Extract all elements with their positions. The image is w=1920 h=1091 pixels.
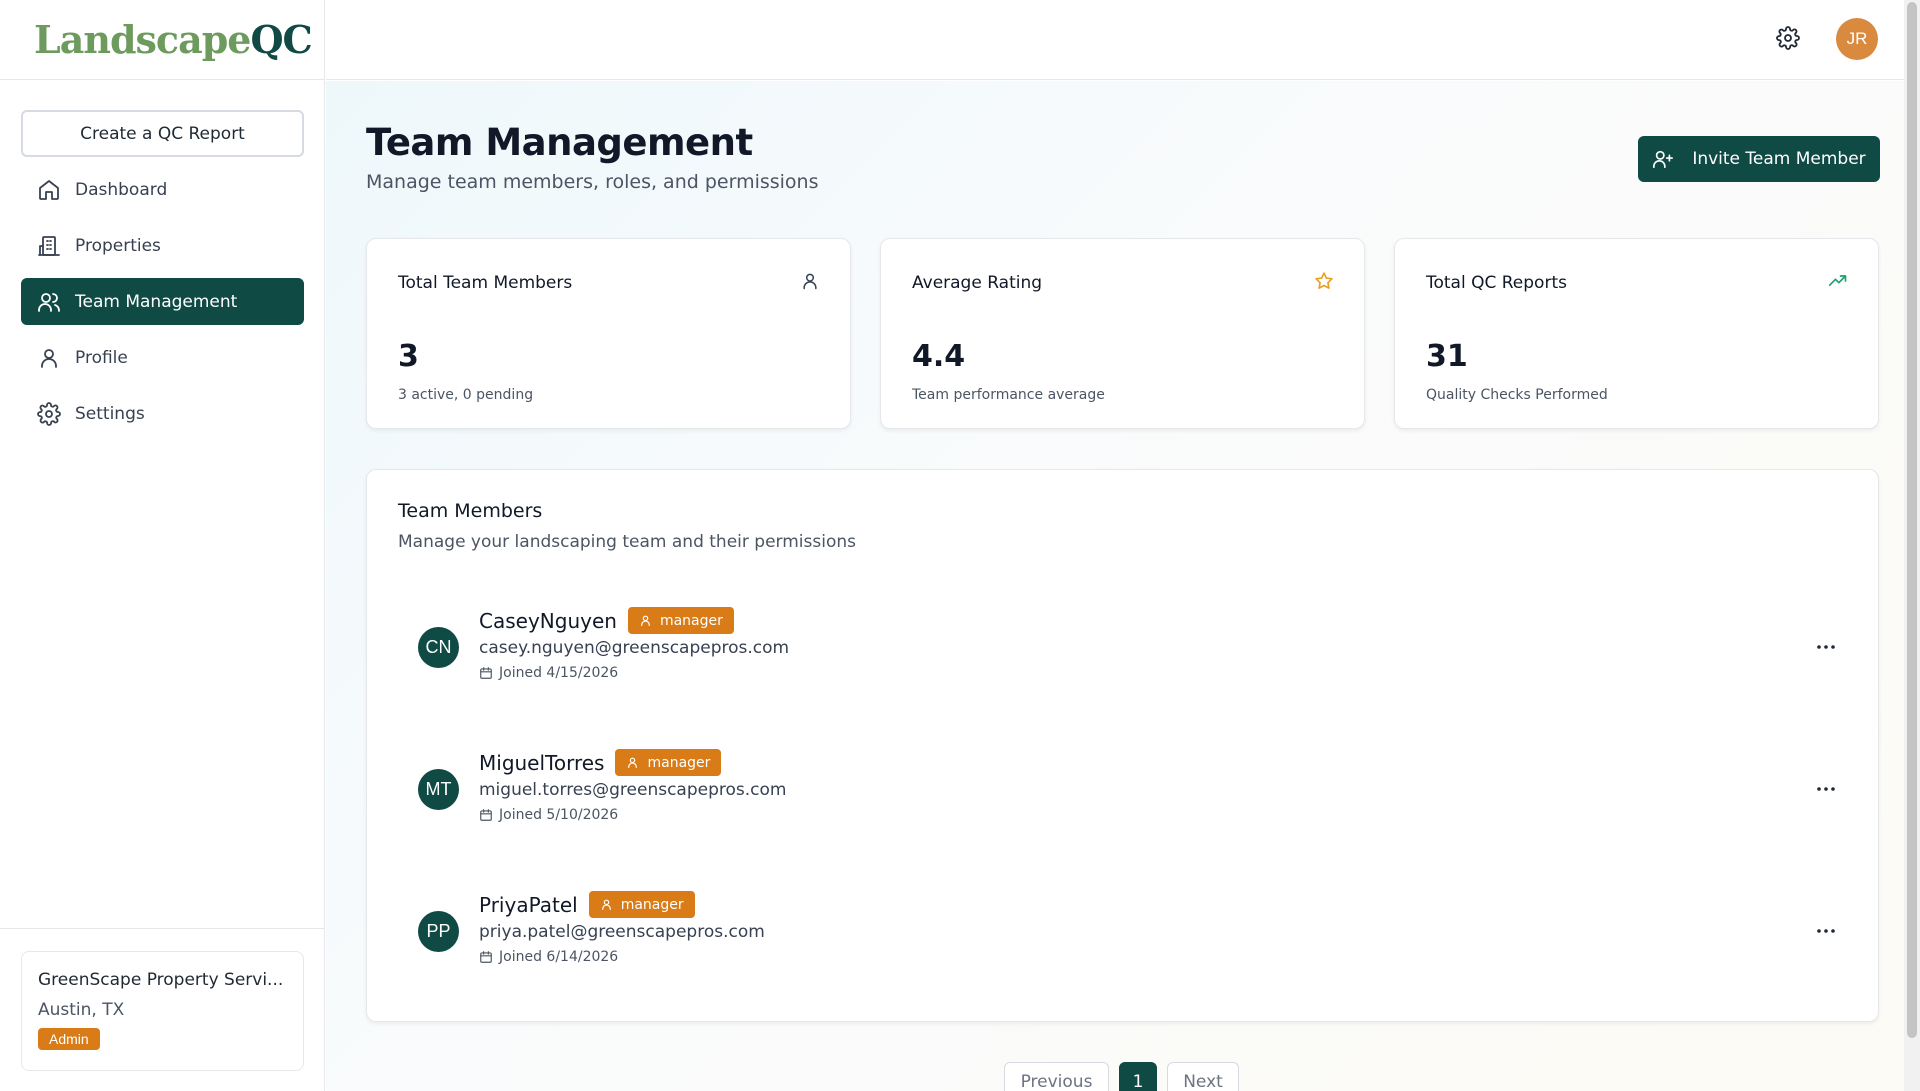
sidebar-item-dashboard[interactable]: Dashboard <box>21 166 304 213</box>
team-members-card: Team Members Manage your landscaping tea… <box>366 469 1879 1022</box>
avatar: PP <box>418 911 459 952</box>
main-content: Team Management Manage team members, rol… <box>326 81 1904 1091</box>
user-icon <box>601 899 611 910</box>
calendar-icon <box>480 809 492 821</box>
sidebar-item-properties[interactable]: Properties <box>21 222 304 269</box>
sidebar-item-label: Team Management <box>75 291 238 312</box>
role-label: manager <box>647 754 711 771</box>
member-email: casey.nguyen@greenscapepros.com <box>479 638 790 658</box>
logo-bar: LandscapeQC <box>0 0 324 80</box>
stat-value: 31 <box>1426 339 1468 374</box>
sidebar-item-team-management[interactable]: Team Management <box>21 278 304 325</box>
user-icon <box>803 273 817 290</box>
stat-value: 4.4 <box>912 339 966 374</box>
stat-card-total-qc-reports: Total QC Reports 31 Quality Checks Perfo… <box>1394 238 1879 429</box>
section-title: Team Members <box>398 500 543 522</box>
logo-text-landscape: Landscape <box>34 17 251 62</box>
role-badge: manager <box>615 749 722 776</box>
role-badge: Admin <box>38 1028 100 1050</box>
org-name: GreenScape Property Servi... <box>38 970 284 990</box>
sidebar-item-label: Profile <box>75 347 128 368</box>
sidebar-item-label: Settings <box>75 403 145 424</box>
next-page-button[interactable]: Next <box>1167 1062 1239 1091</box>
stat-card-total-members: Total Team Members 3 3 active, 0 pending <box>366 238 851 429</box>
stat-description: Team performance average <box>912 387 1105 403</box>
page-subtitle: Manage team members, roles, and permissi… <box>366 171 819 193</box>
stat-title: Total QC Reports <box>1426 273 1567 293</box>
logo-text-qc: QC <box>250 17 312 62</box>
more-options-icon[interactable] <box>1814 919 1838 943</box>
stat-title: Total Team Members <box>398 273 573 293</box>
avatar: CN <box>418 627 459 668</box>
user-avatar[interactable]: JR <box>1836 18 1878 60</box>
scrollbar-thumb[interactable] <box>1907 2 1917 1038</box>
stat-title: Average Rating <box>912 273 1043 293</box>
member-name: CaseyNguyen manager <box>479 607 734 634</box>
role-label: manager <box>620 896 684 913</box>
gear-icon <box>37 401 61 426</box>
page-scrollbar[interactable] <box>1904 0 1920 1091</box>
member-name: MiguelTorres manager <box>479 749 722 776</box>
stat-value: 3 <box>398 339 419 374</box>
create-qc-report-button[interactable]: Create a QC Report <box>21 110 304 157</box>
building-icon <box>38 235 60 256</box>
joined-date: Joined 6/14/2026 <box>499 949 619 965</box>
previous-page-button[interactable]: Previous <box>1004 1062 1109 1091</box>
avatar: MT <box>418 769 459 810</box>
joined-date: Joined 4/15/2026 <box>499 665 619 681</box>
sidebar-item-label: Dashboard <box>75 179 168 200</box>
sidebar-item-settings[interactable]: Settings <box>21 390 304 437</box>
page-title: Team Management <box>366 121 753 164</box>
member-row: MT MiguelTorres manager miguel.torres@gr… <box>418 749 1838 841</box>
org-location: Austin, TX <box>38 1000 125 1020</box>
member-email: priya.patel@greenscapepros.com <box>479 922 765 942</box>
role-label: manager <box>659 612 723 629</box>
calendar-icon <box>480 667 492 679</box>
invite-team-member-button[interactable]: Invite Team Member <box>1638 136 1880 182</box>
sidebar-item-label: Properties <box>75 235 161 256</box>
invite-button-label: Invite Team Member <box>1692 149 1866 169</box>
sidebar-nav: Dashboard Properties Team Management Pro… <box>21 166 304 446</box>
pagination: Previous 1 Next <box>1004 1062 1249 1091</box>
member-email: miguel.torres@greenscapepros.com <box>479 780 787 800</box>
trending-up-icon <box>1828 275 1847 286</box>
section-subtitle: Manage your landscaping team and their p… <box>398 532 856 552</box>
member-joined: Joined 4/15/2026 <box>479 665 618 681</box>
sidebar-item-profile[interactable]: Profile <box>21 334 304 381</box>
user-plus-icon <box>1653 150 1674 169</box>
role-badge: manager <box>588 891 695 918</box>
star-icon <box>1315 272 1333 289</box>
member-joined: Joined 5/10/2026 <box>479 807 618 823</box>
member-row: PP PriyaPatel manager priya.patel@greens… <box>418 891 1838 983</box>
home-icon <box>39 179 59 200</box>
joined-date: Joined 5/10/2026 <box>499 807 619 823</box>
sidebar: LandscapeQC Create a QC Report Dashboard… <box>0 0 325 1091</box>
top-bar: JR <box>326 0 1904 80</box>
user-icon <box>641 615 650 626</box>
user-icon <box>628 757 638 768</box>
more-options-icon[interactable] <box>1814 777 1838 801</box>
page-number-button[interactable]: 1 <box>1119 1062 1157 1091</box>
role-badge: manager <box>627 607 734 634</box>
gear-icon[interactable] <box>1776 26 1800 50</box>
org-card[interactable]: GreenScape Property Servi... Austin, TX … <box>21 951 304 1071</box>
member-name-text: MiguelTorres <box>479 750 605 775</box>
app-logo[interactable]: LandscapeQC <box>34 17 313 62</box>
stat-card-average-rating: Average Rating 4.4 Team performance aver… <box>880 238 1365 429</box>
user-icon <box>41 348 57 368</box>
member-name-text: CaseyNguyen <box>479 608 617 633</box>
member-name-text: PriyaPatel <box>479 892 578 917</box>
stat-description: Quality Checks Performed <box>1426 387 1608 403</box>
calendar-icon <box>480 951 492 963</box>
org-panel: GreenScape Property Servi... Austin, TX … <box>0 928 325 1091</box>
stat-description: 3 active, 0 pending <box>398 387 534 403</box>
member-joined: Joined 6/14/2026 <box>479 949 618 965</box>
more-options-icon[interactable] <box>1814 635 1838 659</box>
member-name: PriyaPatel manager <box>479 891 695 918</box>
users-icon <box>38 292 60 312</box>
member-row: CN CaseyNguyen manager casey.nguyen@gree… <box>418 607 1838 699</box>
